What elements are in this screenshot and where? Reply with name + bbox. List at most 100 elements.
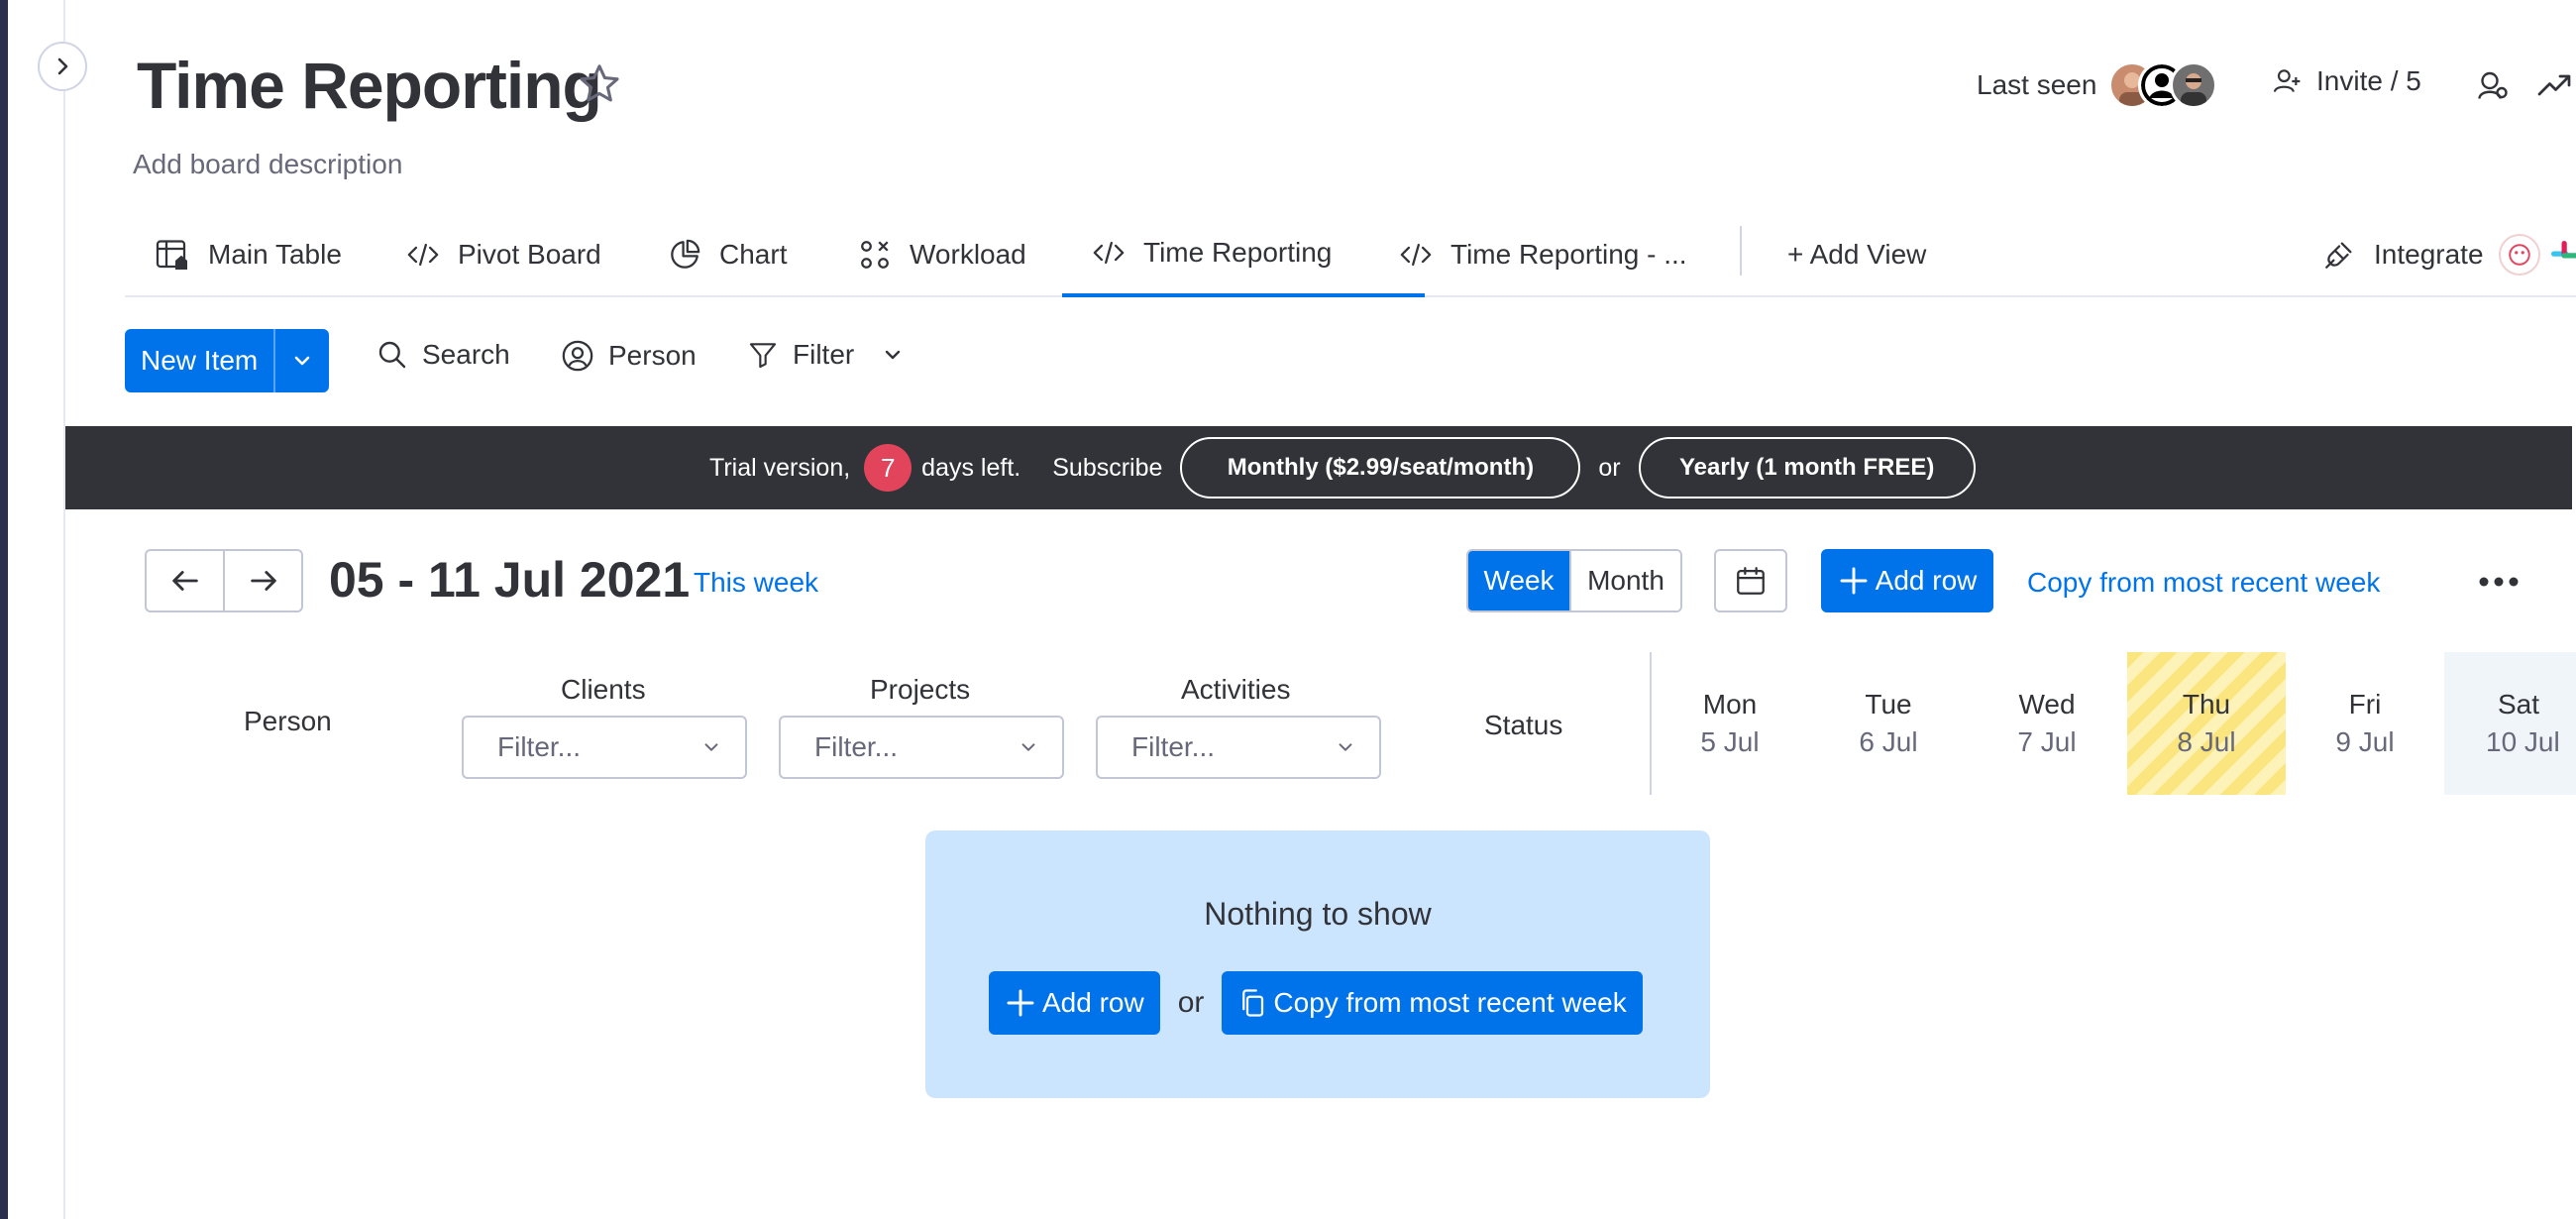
invite-button[interactable]: Invite / 5 <box>2271 65 2421 97</box>
tab-divider <box>1740 226 1742 276</box>
empty-copy-week-button[interactable]: Copy from most recent week <box>1222 971 1643 1035</box>
previous-week-button[interactable] <box>147 551 223 610</box>
trial-suffix: days left. <box>921 453 1021 482</box>
yearly-plan-button[interactable]: Yearly (1 month FREE) <box>1638 437 1976 499</box>
funnel-icon <box>749 343 777 369</box>
table-home-icon <box>156 240 187 270</box>
chevron-down-icon <box>294 356 310 366</box>
tab-label: Time Reporting <box>1143 237 1333 268</box>
tab-label: Main Table <box>208 239 342 270</box>
filter-button[interactable]: Filter <box>747 339 904 371</box>
week-toggle[interactable]: Week <box>1468 551 1569 610</box>
month-toggle[interactable]: Month <box>1569 551 1680 610</box>
next-week-button[interactable] <box>223 551 301 610</box>
date-range: 05 - 11 Jul 2021 <box>329 552 691 608</box>
projects-filter-select[interactable]: Filter... <box>779 716 1064 779</box>
subscribe-label: Subscribe <box>1052 453 1163 482</box>
day-name: Sat <box>2498 689 2540 720</box>
code-icon <box>407 243 439 267</box>
trend-icon[interactable] <box>2536 67 2572 103</box>
day-name: Mon <box>1702 689 1758 720</box>
day-name: Tue <box>1865 689 1912 720</box>
slack-icon[interactable] <box>2544 234 2576 276</box>
activities-filter-select[interactable]: Filter... <box>1096 716 1381 779</box>
days-left-badge: 7 <box>864 444 912 492</box>
tab-main-table[interactable]: Main Table <box>155 212 342 297</box>
person-filter-button[interactable]: Person <box>561 339 697 373</box>
activities-column-header: Activities <box>1181 674 1291 705</box>
tab-label: Pivot Board <box>458 239 601 270</box>
add-row-label: Add row <box>1875 565 1978 596</box>
copy-recent-week-link[interactable]: Copy from most recent week <box>2027 567 2380 599</box>
view-tabs: Main Table Pivot Board Chart Workload Ti… <box>125 212 2576 297</box>
activities-filter-placeholder: Filter... <box>1131 731 1216 762</box>
plus-icon <box>1007 989 1034 1017</box>
code-icon <box>1093 241 1125 265</box>
day-column-mon: Mon 5 Jul <box>1651 652 1809 795</box>
last-seen-label: Last seen <box>1977 69 2097 100</box>
plus-icon <box>1840 567 1868 595</box>
tab-time-reporting[interactable]: Time Reporting <box>1062 212 1425 297</box>
invite-label: Invite / 5 <box>2316 65 2421 96</box>
close-icon[interactable] <box>2570 456 2576 480</box>
search-label: Search <box>422 339 510 370</box>
board-description[interactable]: Add board description <box>133 149 402 180</box>
tab-workload[interactable]: Workload <box>858 212 1026 297</box>
copy-icon <box>1242 989 1264 1017</box>
projects-filter-placeholder: Filter... <box>814 731 899 762</box>
add-person-icon <box>2273 69 2301 93</box>
chevron-right-icon <box>57 57 68 75</box>
monthly-plan-button[interactable]: Monthly ($2.99/seat/month) <box>1180 437 1581 499</box>
tab-time-reporting-2[interactable]: Time Reporting - ... <box>1399 212 1687 297</box>
clients-filter-placeholder: Filter... <box>497 731 582 762</box>
tab-chart[interactable]: Chart <box>668 212 787 297</box>
empty-add-row-label: Add row <box>1042 987 1144 1018</box>
day-date: 9 Jul <box>2335 726 2395 757</box>
tab-label: Time Reporting - ... <box>1450 239 1687 270</box>
day-date: 8 Jul <box>2177 726 2236 757</box>
board-title[interactable]: Time Reporting <box>137 48 602 123</box>
empty-add-row-button[interactable]: Add row <box>989 971 1160 1035</box>
chevron-down-icon[interactable] <box>882 344 904 366</box>
expand-sidebar-button[interactable] <box>38 42 87 91</box>
new-item-dropdown[interactable] <box>275 350 329 372</box>
search-button[interactable]: Search <box>376 339 510 371</box>
chevron-down-icon <box>1021 743 1035 751</box>
last-seen-avatars[interactable] <box>2108 61 2227 111</box>
calendar-icon <box>1737 567 1765 595</box>
left-rail <box>0 0 8 1219</box>
day-column-wed: Wed 7 Jul <box>1968 652 2126 795</box>
more-options-icon[interactable] <box>2477 575 2521 589</box>
empty-state: Nothing to show Add row or Copy from mos… <box>925 831 1710 1098</box>
empty-or-label: or <box>1177 986 1205 1019</box>
day-date: 5 Jul <box>1700 726 1760 757</box>
add-view-label: + Add View <box>1787 239 1927 270</box>
tab-pivot-board[interactable]: Pivot Board <box>406 212 601 297</box>
status-column-header: Status <box>1484 710 1563 740</box>
day-date: 10 Jul <box>2486 726 2560 757</box>
integrate-button[interactable]: Integrate <box>2322 212 2484 297</box>
trial-prefix: Trial version, <box>709 453 851 482</box>
calendar-button[interactable] <box>1714 549 1787 612</box>
day-column-fri: Fri 9 Jul <box>2286 652 2444 795</box>
new-item-label: New Item <box>141 345 259 376</box>
clients-filter-select[interactable]: Filter... <box>462 716 747 779</box>
add-view-button[interactable]: + Add View <box>1787 212 1926 297</box>
day-name: Wed <box>2018 689 2076 720</box>
search-icon <box>378 341 406 369</box>
empty-state-title: Nothing to show <box>1204 896 1432 932</box>
activity-robot-icon[interactable] <box>2475 67 2511 103</box>
day-name: Fri <box>2348 689 2382 720</box>
new-item-button[interactable]: New Item <box>125 329 329 392</box>
plug-icon <box>2325 242 2352 269</box>
integrate-label: Integrate <box>2374 239 2484 270</box>
star-icon[interactable] <box>577 61 622 107</box>
day-date: 7 Jul <box>2017 726 2077 757</box>
person-label: Person <box>608 340 697 371</box>
day-column-thu-today: Thu 8 Jul <box>2127 652 2286 795</box>
integration-app-icon[interactable] <box>2499 234 2540 276</box>
this-week-link[interactable]: This week <box>694 567 818 599</box>
add-row-button[interactable]: Add row <box>1821 549 1993 612</box>
or-label: or <box>1598 453 1621 482</box>
avatar <box>2170 61 2217 109</box>
